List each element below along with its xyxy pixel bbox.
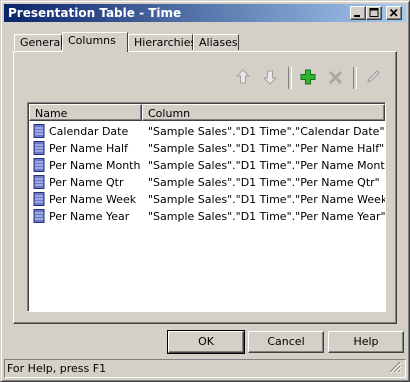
status-bar: For Help, press F1 (4, 359, 406, 378)
window-title: Presentation Table - Time (8, 6, 182, 20)
title-bar[interactable]: Presentation Table - Time (4, 4, 406, 22)
status-text: For Help, press F1 (7, 362, 107, 375)
cancel-button[interactable]: Cancel (248, 331, 324, 353)
dialog-window: Presentation Table - Time General Column… (0, 0, 410, 382)
tab-general[interactable]: General (14, 34, 63, 50)
close-icon (389, 8, 398, 17)
columns-tab-panel (13, 51, 397, 324)
tab-columns[interactable]: Columns (62, 32, 128, 52)
resize-grip-icon[interactable] (389, 361, 401, 373)
close-button[interactable] (386, 6, 402, 20)
minimize-button[interactable] (350, 6, 366, 20)
ok-button[interactable]: OK (167, 330, 245, 354)
tab-hierarchies[interactable]: Hierarchies (128, 34, 196, 50)
minimize-icon (354, 15, 360, 17)
maximize-icon (369, 8, 379, 17)
help-button[interactable]: Help (328, 331, 404, 353)
tab-aliases[interactable]: Aliases (193, 34, 239, 50)
maximize-button[interactable] (366, 6, 382, 20)
